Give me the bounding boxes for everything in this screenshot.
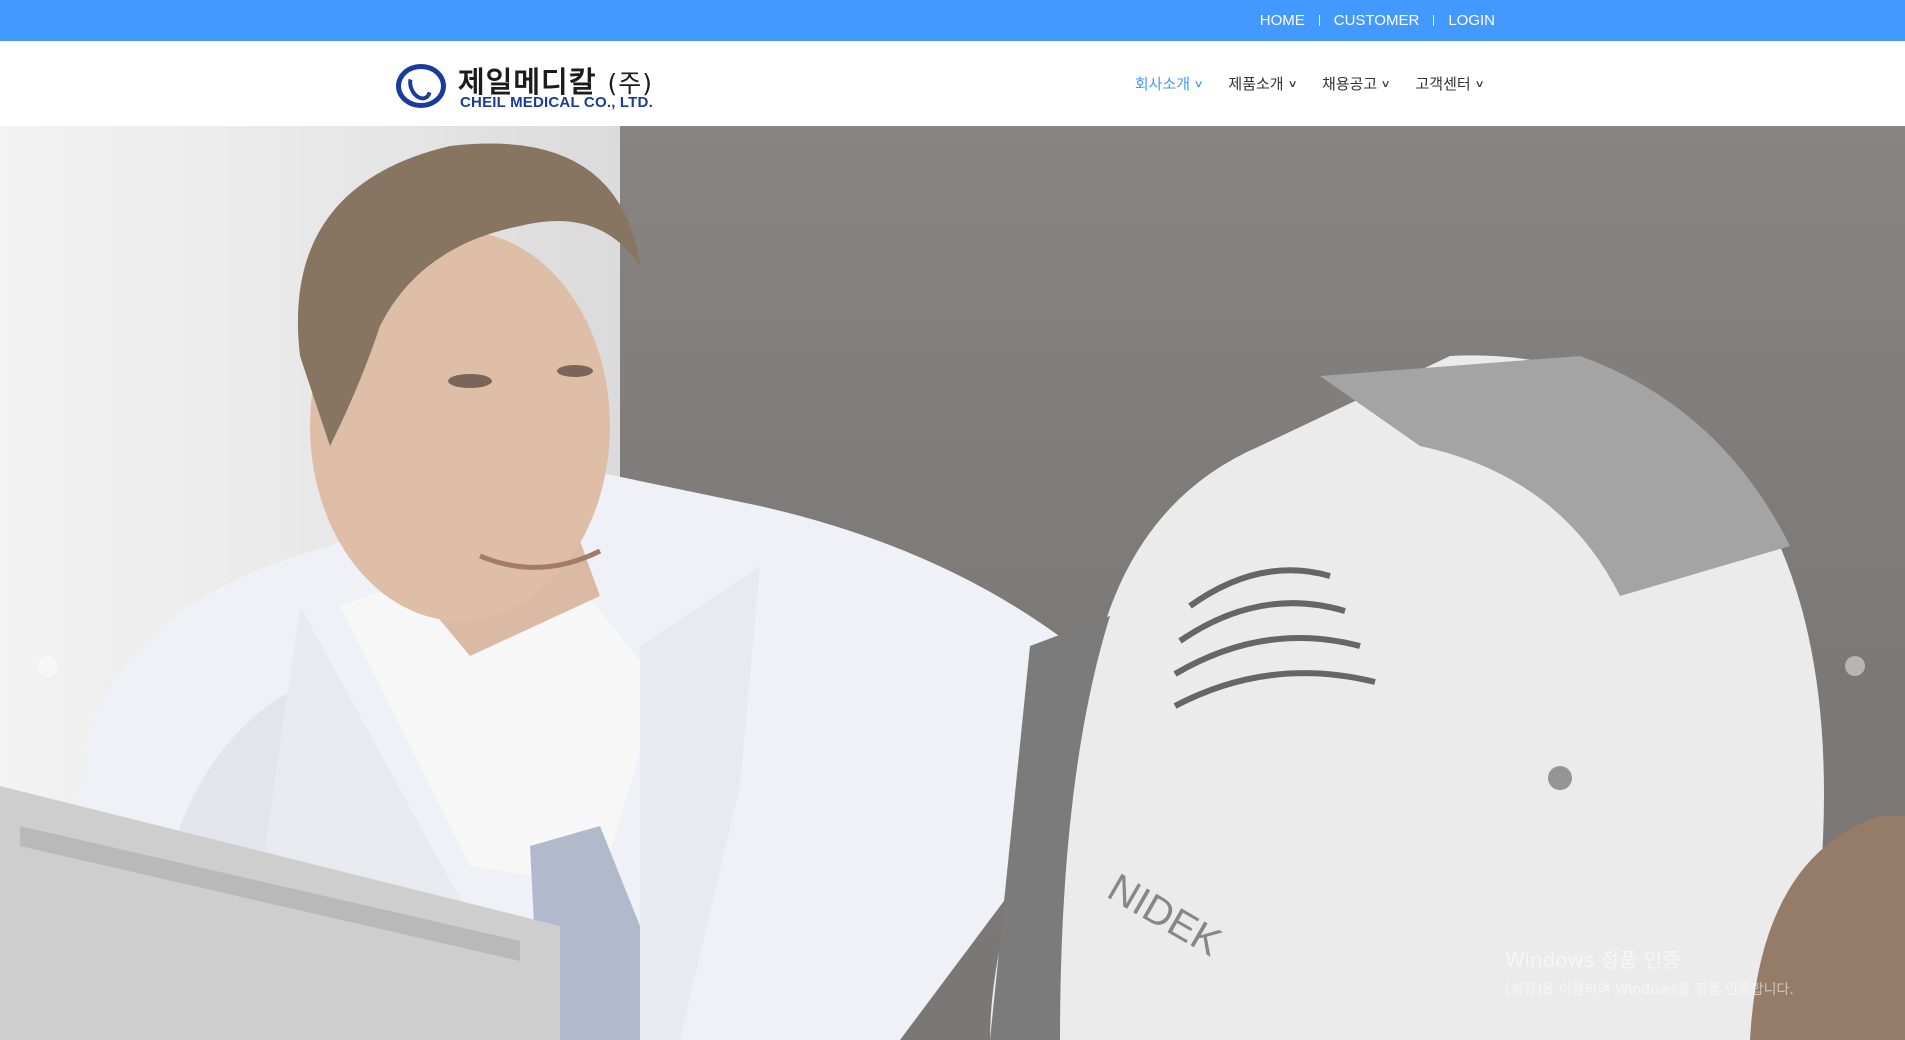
nav-item-products[interactable]: 제품소개 ∨ [1228, 73, 1298, 94]
site-header: 제일메디칼 (주) CHEIL MEDICAL CO., LTD. [0, 41, 1905, 127]
chevron-down-icon: ∨ [1474, 79, 1485, 90]
chevron-down-icon: ∨ [1193, 79, 1204, 90]
company-logo[interactable]: 제일메디칼 (주) CHEIL MEDICAL CO., LTD. [396, 61, 666, 113]
link-divider [1433, 15, 1435, 26]
main-navigation: 회사소개 ∨ 제품소개 ∨ 채용공고 ∨ 고객센터 ∨ [1109, 41, 1485, 126]
hero-overlay [0, 126, 1905, 1040]
nav-item-support[interactable]: 고객센터 ∨ [1415, 73, 1485, 94]
nav-item-recruit[interactable]: 채용공고 ∨ [1321, 73, 1391, 94]
nav-item-label: 회사소개 [1134, 75, 1191, 93]
link-divider [1318, 15, 1320, 26]
nav-item-label: 고객센터 [1415, 75, 1471, 93]
top-utility-bar: HOME CUSTOMER LOGIN [0, 0, 1905, 41]
chevron-down-icon: ∨ [1287, 79, 1298, 90]
hero-slider: NIDEK [0, 126, 1905, 1040]
logo-english-name: CHEIL MEDICAL CO., LTD. [460, 94, 653, 111]
login-link[interactable]: LOGIN [1448, 12, 1495, 29]
slider-prev-button[interactable] [38, 656, 58, 676]
nav-item-company[interactable]: 회사소개 ∨ [1134, 73, 1204, 94]
home-link[interactable]: HOME [1260, 12, 1305, 29]
slider-next-button[interactable] [1845, 656, 1865, 676]
nav-item-label: 채용공고 [1321, 75, 1378, 93]
utility-links: HOME CUSTOMER LOGIN [1260, 0, 1495, 41]
nav-item-label: 제품소개 [1228, 75, 1284, 93]
customer-link[interactable]: CUSTOMER [1334, 12, 1420, 29]
chevron-down-icon: ∨ [1380, 79, 1391, 90]
